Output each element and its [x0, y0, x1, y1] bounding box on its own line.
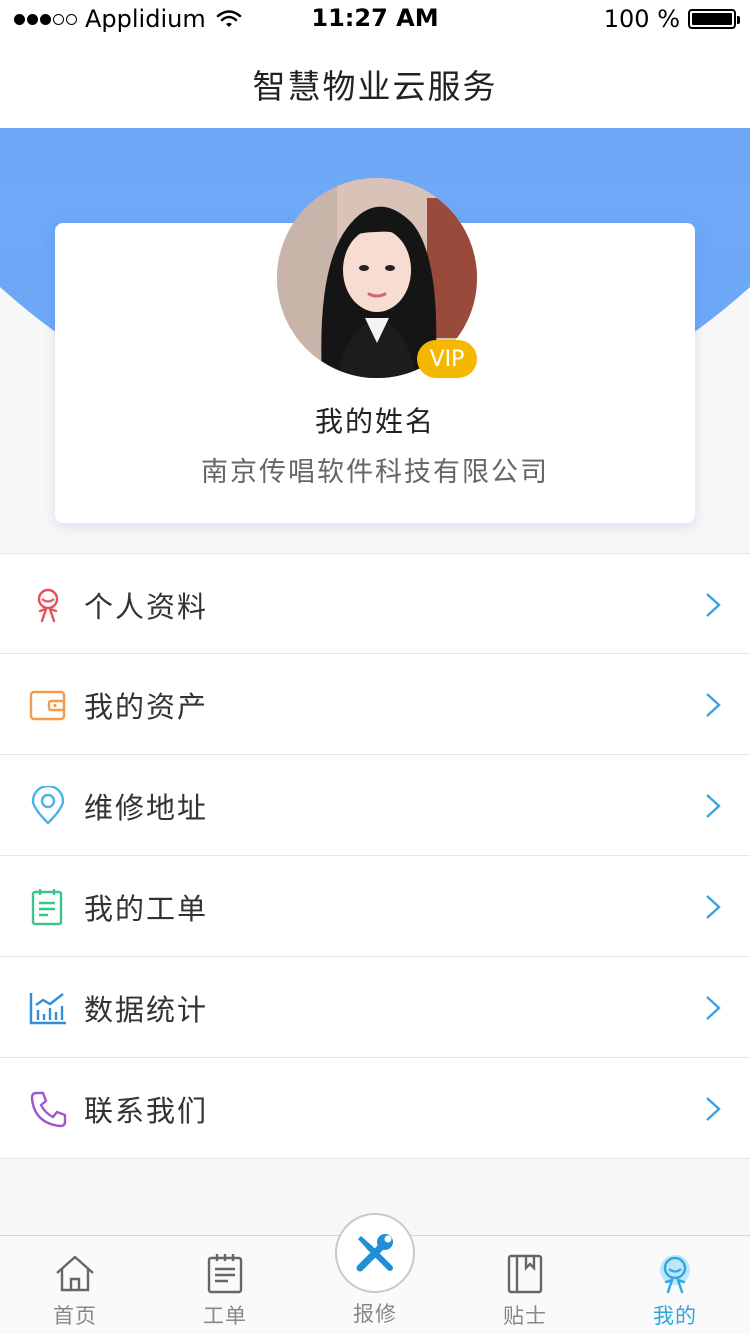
tools-icon	[356, 1234, 393, 1272]
chevron-right-icon	[706, 794, 721, 818]
home-icon	[56, 1255, 94, 1292]
chevron-right-icon	[706, 593, 721, 617]
tab-work-orders[interactable]: 工单	[150, 1236, 300, 1334]
chevron-right-icon	[706, 996, 721, 1020]
menu-item-contact[interactable]: 联系我们	[0, 1058, 750, 1159]
page-title: 智慧物业云服务	[252, 67, 498, 106]
menu-item-repair-address[interactable]: 维修地址	[0, 755, 750, 856]
menu-item-assets[interactable]: 我的资产	[0, 654, 750, 755]
battery-icon	[688, 9, 740, 29]
tab-mine[interactable]: 我的	[600, 1236, 750, 1334]
profile-header: VIP 我的姓名 南京传唱软件科技有限公司	[0, 128, 750, 553]
menu-item-profile[interactable]: 个人资料	[0, 553, 750, 654]
navigation-bar: 智慧物业云服务	[0, 40, 750, 128]
profile-name: 我的姓名	[314, 405, 435, 438]
bar-chart-icon	[29, 993, 66, 1025]
chevron-right-icon	[706, 693, 721, 717]
clipboard-icon	[31, 889, 63, 926]
settings-menu: 个人资料 我的资产 维修地址 我的工单 数据统计 联系我们	[0, 553, 750, 1159]
tab-label: 我的	[653, 1304, 697, 1328]
repair-label: 报修	[353, 1302, 397, 1326]
profile-company: 南京传唱软件科技有限公司	[201, 457, 549, 488]
status-right: 100 %	[603, 5, 740, 33]
menu-item-label: 我的资产	[84, 690, 209, 724]
tab-label: 贴士	[503, 1304, 547, 1328]
vip-badge: VIP	[417, 340, 477, 378]
tab-home[interactable]: 首页	[0, 1236, 150, 1334]
book-icon	[507, 1254, 543, 1294]
tab-label: 工单	[203, 1304, 247, 1328]
menu-item-label: 维修地址	[84, 791, 209, 825]
location-pin-icon	[31, 786, 65, 825]
menu-item-statistics[interactable]: 数据统计	[0, 957, 750, 1058]
person-icon	[37, 588, 59, 623]
chevron-right-icon	[706, 895, 721, 919]
menu-item-label: 我的工单	[84, 892, 209, 926]
status-bar: Applidium 11:27 AM 100 %	[0, 0, 750, 40]
tab-label: 首页	[53, 1304, 97, 1328]
repair-button[interactable]	[335, 1213, 415, 1293]
menu-item-label: 个人资料	[84, 590, 209, 624]
battery-percent: 100 %	[603, 5, 680, 33]
menu-item-label: 数据统计	[84, 993, 209, 1027]
chevron-right-icon	[706, 1097, 721, 1121]
wallet-icon	[29, 690, 66, 721]
phone-icon	[30, 1091, 67, 1128]
tab-tips[interactable]: 贴士	[450, 1236, 600, 1334]
menu-item-label: 联系我们	[84, 1094, 209, 1128]
clipboard-icon	[207, 1254, 243, 1294]
menu-item-work-orders[interactable]: 我的工单	[0, 856, 750, 957]
person-icon	[660, 1255, 690, 1294]
